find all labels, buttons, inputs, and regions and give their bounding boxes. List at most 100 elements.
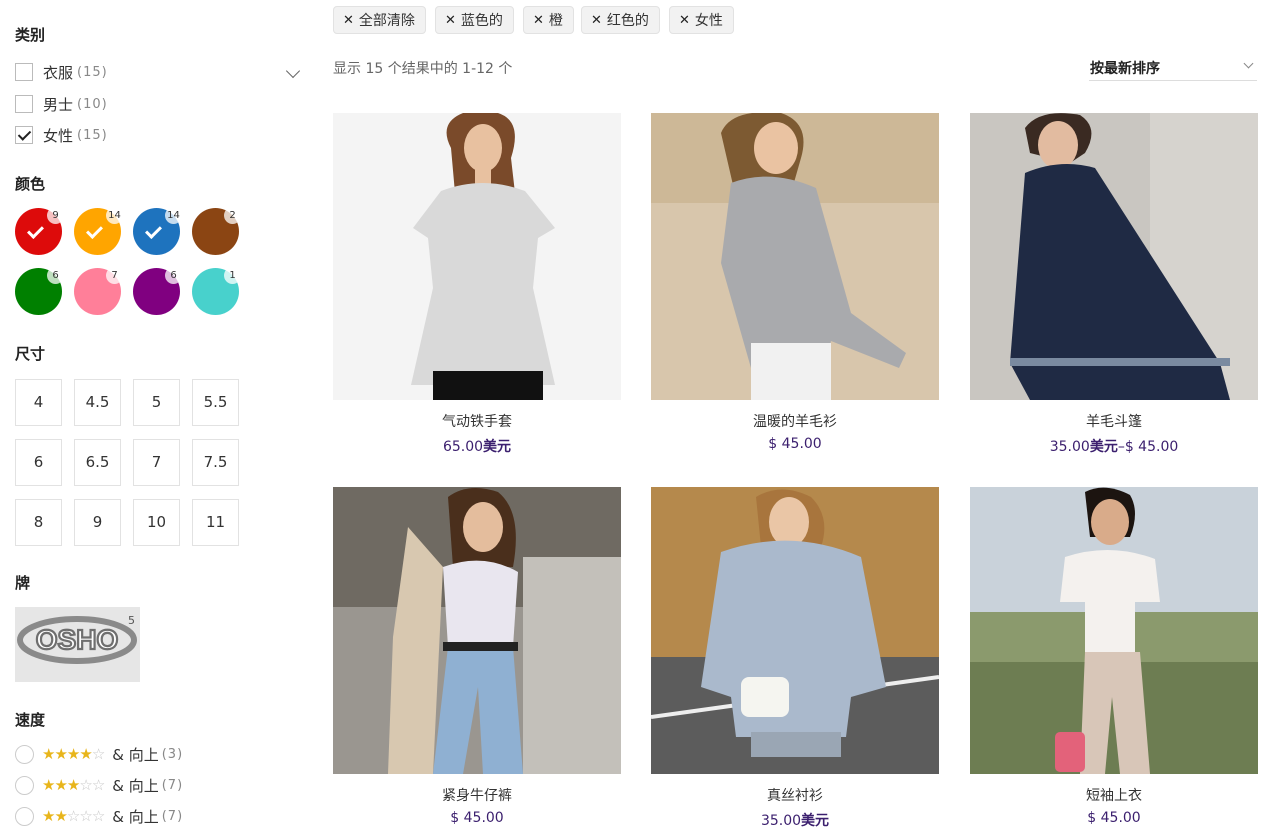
product-image[interactable] (970, 487, 1258, 774)
swatch-count: 2 (224, 207, 241, 224)
product-image[interactable] (333, 113, 621, 400)
sort-label: 按最新排序 (1090, 61, 1160, 77)
size-option[interactable]: 4 (15, 379, 62, 426)
filter-chip-blue[interactable]: ✕ 蓝色的 (435, 6, 514, 34)
product-image[interactable] (970, 113, 1258, 400)
size-option[interactable]: 7 (133, 439, 180, 486)
size-option[interactable]: 7.5 (192, 439, 239, 486)
filter-chip-red[interactable]: ✕ 红色的 (581, 6, 660, 34)
chevron-down-icon (1243, 58, 1254, 69)
brand-title: 牌 (15, 574, 31, 592)
rating-title: 速度 (15, 711, 46, 729)
filter-chip-clear-all[interactable]: ✕ 全部清除 (333, 6, 426, 34)
radio-button[interactable] (15, 806, 34, 826)
product-card[interactable]: 短袖上衣 $ 45.00 (970, 487, 1258, 826)
checkmark-icon (27, 222, 44, 239)
color-swatch-blue[interactable]: 14 (133, 207, 182, 255)
product-price: 35.00美元 (760, 813, 830, 829)
product-price: $ 45.00 (1087, 810, 1141, 826)
chip-label: 女性 (694, 13, 723, 29)
size-option[interactable]: 9 (74, 499, 121, 546)
rating-filter-3[interactable]: ★★★☆☆ & 向上 (7) (15, 775, 183, 795)
product-card[interactable]: 温暖的羊毛衫 $ 45.00 (651, 113, 939, 452)
product-name[interactable]: 温暖的羊毛衫 (651, 411, 939, 431)
filter-chip-orange[interactable]: ✕ 橙 (523, 6, 574, 34)
swatch-count: 6 (165, 267, 182, 284)
product-price: 65.00美元 (442, 439, 512, 455)
color-swatch-turquoise[interactable]: 1 (192, 267, 241, 315)
svg-text:OSHO: OSHO (36, 624, 118, 655)
filter-sidebar: 类别 衣服 (15) 男士 (10) 女性 (15) 颜色 9 14 14 2 6 7 6 1… (15, 0, 305, 836)
color-swatch-red[interactable]: 9 (15, 207, 64, 255)
product-name[interactable]: 短袖上衣 (970, 785, 1258, 805)
radio-button[interactable] (15, 744, 34, 764)
category-title: 类别 (15, 26, 46, 44)
color-title: 颜色 (15, 175, 46, 193)
category-item-women[interactable]: 女性 (15) (15, 125, 108, 145)
star-rating-icon: ★★★★☆ (42, 745, 105, 763)
category-item-clothes[interactable]: 衣服 (15) (15, 62, 108, 82)
product-image[interactable] (651, 113, 939, 400)
rating-label: & 向上 (112, 807, 159, 826)
close-icon: ✕ (679, 12, 690, 28)
brand-count: 5 (128, 614, 135, 627)
checkbox[interactable] (15, 95, 33, 113)
size-option[interactable]: 10 (133, 499, 180, 546)
color-swatch-orange[interactable]: 14 (74, 207, 123, 255)
product-name[interactable]: 羊毛斗篷 (970, 411, 1258, 431)
close-icon: ✕ (343, 12, 354, 28)
product-price: $ 45.00 (450, 810, 504, 826)
rating-label: & 向上 (112, 776, 159, 795)
product-name[interactable]: 紧身牛仔裤 (333, 785, 621, 805)
product-card[interactable]: 羊毛斗篷 35.00美元–$ 45.00 (970, 113, 1258, 456)
product-name[interactable]: 气动铁手套 (333, 411, 621, 431)
size-option[interactable]: 11 (192, 499, 239, 546)
swatch-count: 9 (47, 207, 64, 224)
color-swatch-pink[interactable]: 7 (74, 267, 123, 315)
chip-label: 全部清除 (358, 13, 415, 29)
color-swatch-brown[interactable]: 2 (192, 207, 241, 255)
size-option[interactable]: 5 (133, 379, 180, 426)
chip-label: 蓝色的 (460, 13, 503, 29)
size-option[interactable]: 5.5 (192, 379, 239, 426)
filter-chip-women[interactable]: ✕ 女性 (669, 6, 734, 34)
close-icon: ✕ (445, 12, 456, 28)
chip-label: 红色的 (606, 13, 649, 29)
close-icon: ✕ (591, 12, 602, 28)
osho-logo-icon: OSHO (17, 616, 137, 664)
product-image[interactable] (333, 487, 621, 774)
product-image[interactable] (651, 487, 939, 774)
color-swatch-purple[interactable]: 6 (133, 267, 182, 315)
size-option[interactable]: 6 (15, 439, 62, 486)
category-count: (10) (77, 96, 108, 112)
size-title: 尺寸 (15, 345, 46, 363)
product-price: $ 45.00 (768, 436, 822, 452)
product-name[interactable]: 真丝衬衫 (651, 785, 939, 805)
rating-filter-4[interactable]: ★★★★☆ & 向上 (3) (15, 744, 183, 764)
category-label: 女性 (43, 126, 74, 145)
product-card[interactable]: 真丝衬衫 35.00美元 (651, 487, 939, 830)
checkmark-icon (86, 222, 103, 239)
checkbox-checked[interactable] (15, 126, 33, 144)
category-item-men[interactable]: 男士 (10) (15, 94, 108, 114)
size-option[interactable]: 6.5 (74, 439, 121, 486)
checkbox[interactable] (15, 63, 33, 81)
chevron-down-icon[interactable] (285, 63, 301, 79)
product-card[interactable]: 气动铁手套 65.00美元 (333, 113, 621, 456)
rating-filter-2[interactable]: ★★☆☆☆ & 向上 (7) (15, 806, 183, 826)
rating-count: (7) (161, 808, 184, 824)
color-swatch-green[interactable]: 6 (15, 267, 64, 315)
rating-count: (3) (161, 746, 184, 762)
size-option[interactable]: 4.5 (74, 379, 121, 426)
swatch-count: 14 (106, 207, 123, 224)
product-price: 35.00美元–$ 45.00 (1049, 439, 1179, 455)
radio-button[interactable] (15, 775, 34, 795)
sort-select[interactable]: 按最新排序 (1089, 54, 1257, 81)
category-label: 男士 (43, 95, 74, 114)
product-card[interactable]: 紧身牛仔裤 $ 45.00 (333, 487, 621, 826)
star-rating-icon: ★★★☆☆ (42, 776, 105, 794)
brand-osho-logo[interactable]: OSHO (15, 607, 140, 682)
result-count: 显示 15 个结果中的 1-12 个 (333, 61, 513, 77)
size-option[interactable]: 8 (15, 499, 62, 546)
swatch-count: 7 (106, 267, 123, 284)
